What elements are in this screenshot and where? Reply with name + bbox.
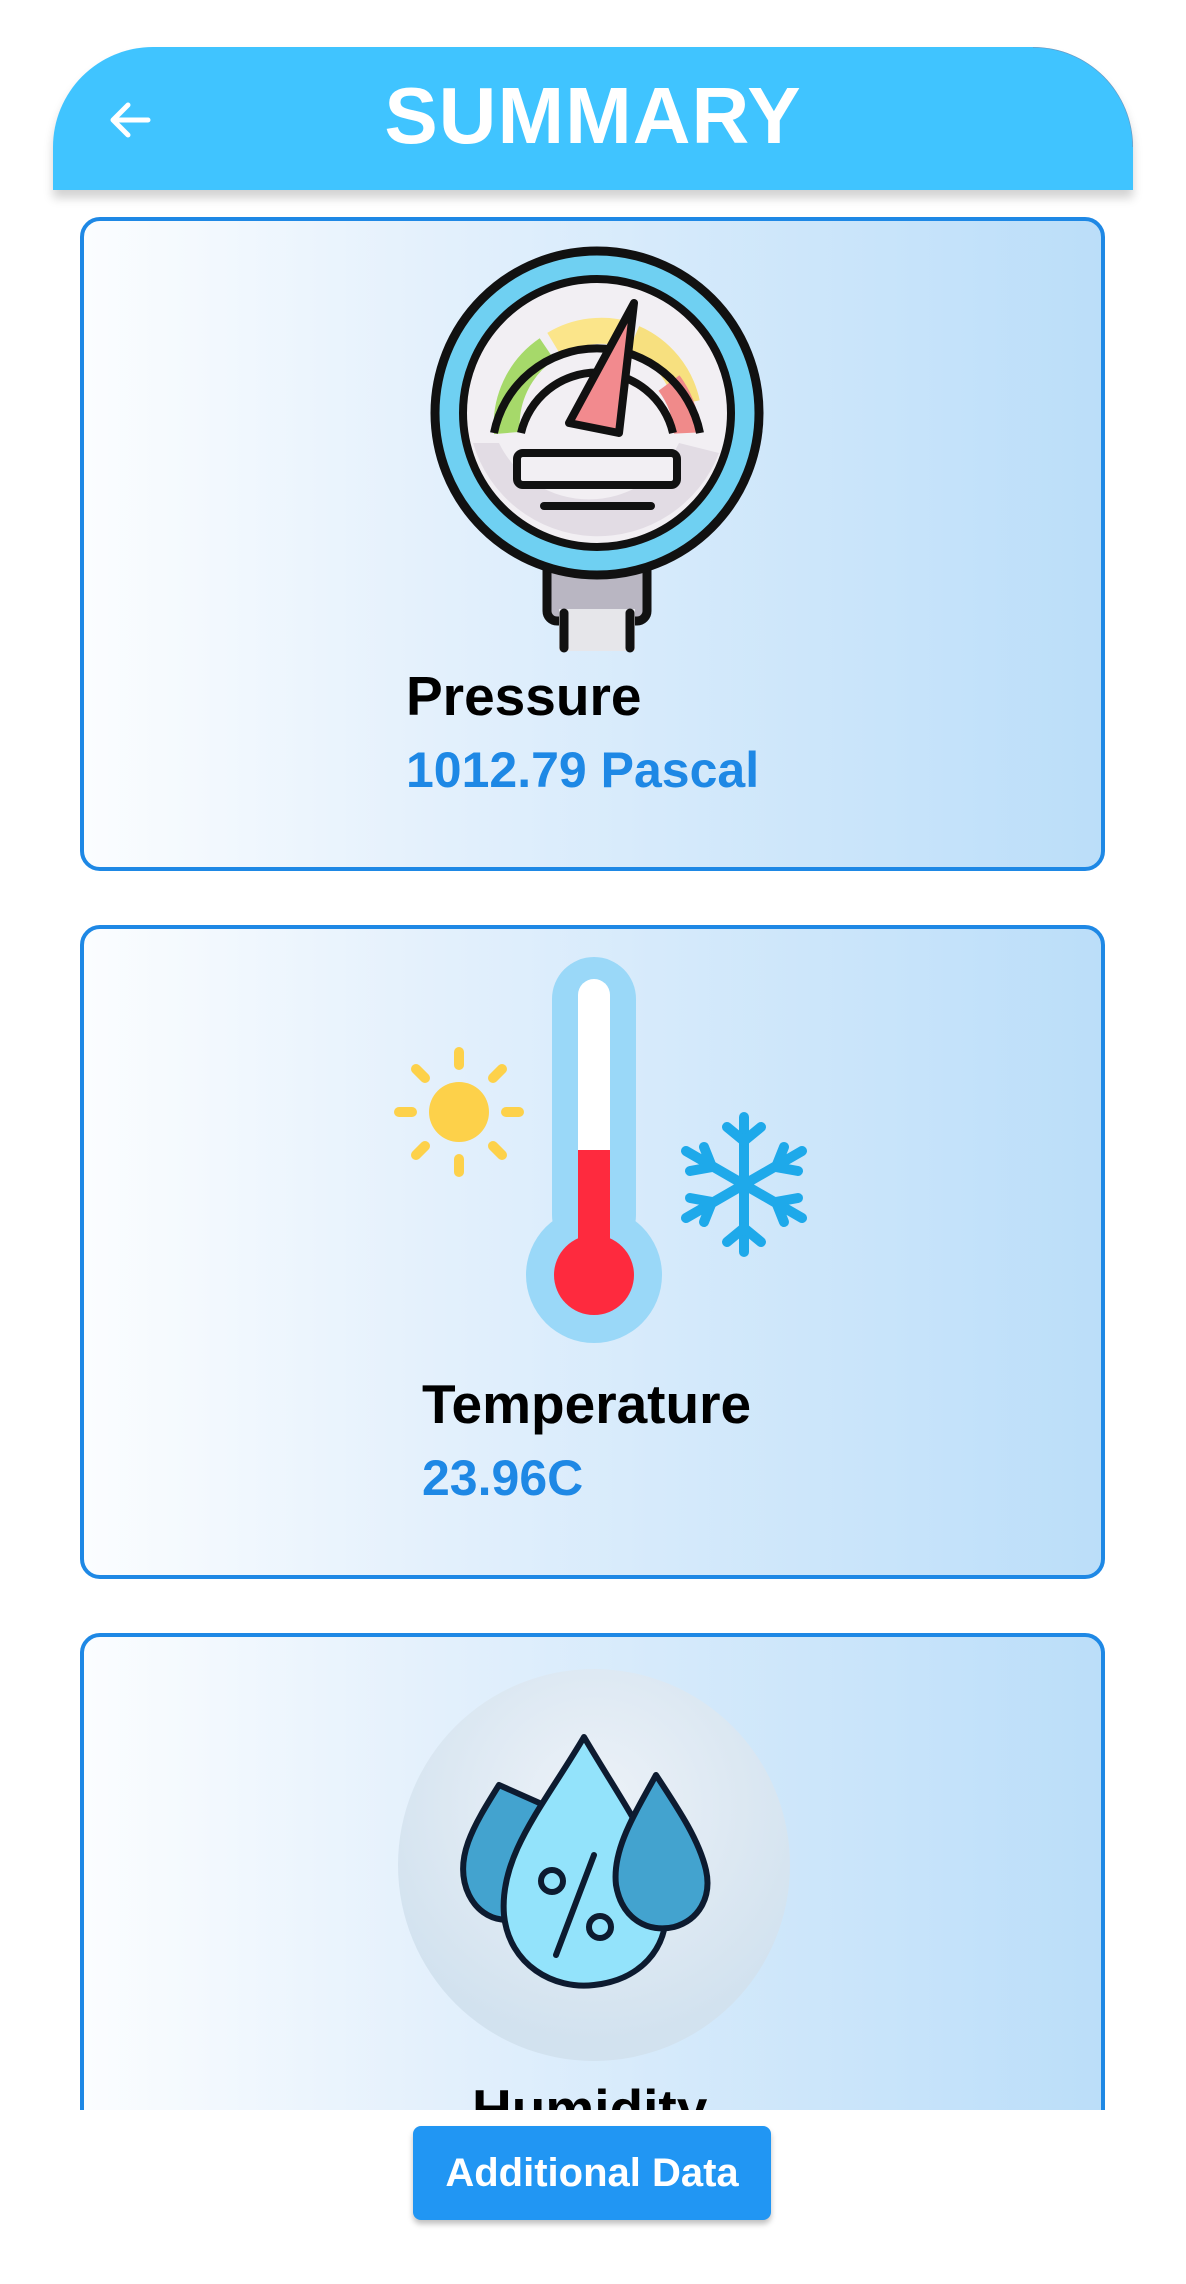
additional-data-button[interactable]: Additional Data (413, 2126, 771, 2220)
app-header: SUMMARY (53, 47, 1133, 190)
sun-icon (394, 1047, 524, 1177)
page-title: SUMMARY (384, 71, 802, 160)
humidity-label: Humidity (472, 2078, 708, 2110)
pressure-card: Pressure 1012.79 Pascal (80, 217, 1105, 871)
thermometer-icon (394, 957, 807, 1343)
humidity-card: Humidity (80, 1633, 1105, 2110)
pressure-gauge-icon (430, 246, 764, 653)
summary-list[interactable]: Pressure 1012.79 Pascal Temperature 23.9… (0, 190, 1186, 2110)
temperature-card: Temperature 23.96C (80, 925, 1105, 1579)
temperature-label: Temperature (422, 1373, 752, 1435)
snowflake-icon (681, 1112, 807, 1257)
temperature-value: 23.96C (422, 1450, 584, 1506)
humidity-drops-icon (398, 1669, 790, 2061)
pressure-label: Pressure (406, 665, 642, 727)
pressure-value: 1012.79 Pascal (406, 742, 760, 798)
summary-screen: SUMMARY Pressure 1012.79 Pascal Temperat… (0, 0, 1186, 2284)
bottom-action-bar: Additional Data (0, 2110, 1186, 2284)
